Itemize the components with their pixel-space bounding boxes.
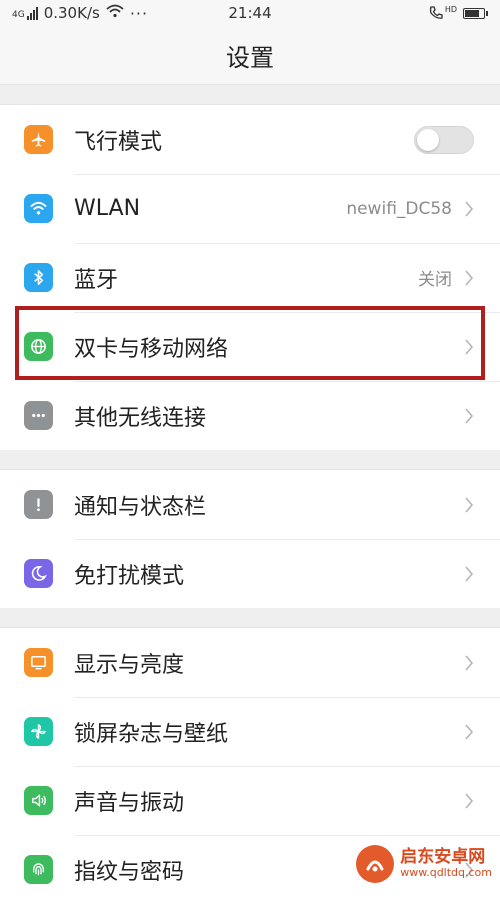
row-wlan[interactable]: WLAN newifi_DC58	[0, 174, 500, 243]
row-airplane-mode[interactable]: 飞行模式	[0, 105, 500, 174]
status-time: 21:44	[228, 4, 272, 22]
row-label: 免打扰模式	[74, 563, 185, 589]
bluetooth-icon	[24, 263, 53, 292]
bluetooth-status: 关闭	[418, 270, 452, 290]
watermark: 启东安卓网 www.qdltdq.com	[356, 845, 492, 883]
row-lockscreen-wallpaper[interactable]: 锁屏杂志与壁纸	[0, 697, 500, 766]
wifi-status-icon	[106, 4, 124, 22]
watermark-text: 启东安卓网 www.qdltdq.com	[400, 846, 492, 880]
row-label: 声音与振动	[74, 790, 185, 816]
row-label: 飞行模式	[74, 129, 163, 155]
row-dual-sim-mobile-network[interactable]: 双卡与移动网络	[0, 312, 500, 381]
chevron-right-icon	[465, 338, 474, 355]
row-display-brightness[interactable]: 显示与亮度	[0, 628, 500, 697]
status-right: HD	[428, 5, 488, 21]
more-notifications: ···	[129, 3, 149, 23]
pinwheel-icon	[24, 717, 53, 746]
status-left: 4G 0.30K/s ···	[12, 4, 148, 23]
chevron-right-icon	[465, 269, 474, 286]
watermark-title: 启东安卓网	[400, 846, 486, 867]
chevron-right-icon	[465, 792, 474, 809]
row-label: 其他无线连接	[74, 405, 207, 431]
fingerprint-icon	[24, 855, 53, 884]
settings-group-notifications: 通知与状态栏 免打扰模式	[0, 470, 500, 608]
row-label: 通知与状态栏	[74, 494, 207, 520]
exclamation-icon	[24, 490, 53, 519]
battery-icon	[463, 7, 488, 19]
row-other-wireless[interactable]: 其他无线连接	[0, 381, 500, 450]
monitor-icon	[24, 648, 53, 677]
speaker-icon	[24, 786, 53, 815]
more-dots-icon	[24, 401, 53, 430]
group-separator	[0, 85, 500, 105]
network-speed: 0.30K/s	[43, 4, 100, 22]
chevron-right-icon	[465, 565, 474, 582]
nav-bar: 设置	[0, 26, 500, 85]
chevron-right-icon	[465, 496, 474, 513]
settings-group-wireless: 飞行模式 WLAN newifi_DC58 蓝牙 关闭 双卡与移动网络 其他无线…	[0, 105, 500, 450]
watermark-logo-icon	[356, 845, 395, 883]
row-label: WLAN	[74, 196, 141, 221]
chevron-right-icon	[465, 654, 474, 671]
row-label: 双卡与移动网络	[74, 336, 229, 362]
wlan-network-name: newifi_DC58	[346, 198, 452, 219]
chevron-right-icon	[465, 200, 474, 217]
phone-call-icon: HD	[428, 5, 457, 21]
row-label: 锁屏杂志与壁纸	[74, 721, 229, 747]
signal-label: 4G	[12, 10, 25, 20]
row-bluetooth[interactable]: 蓝牙 关闭	[0, 243, 500, 312]
airplane-mode-toggle[interactable]	[414, 125, 474, 154]
chevron-right-icon	[465, 407, 474, 424]
group-separator	[0, 450, 500, 470]
row-sound-vibration[interactable]: 声音与振动	[0, 766, 500, 835]
page-title: 设置	[226, 43, 274, 72]
row-notifications-status-bar[interactable]: 通知与状态栏	[0, 470, 500, 539]
toggle-knob	[417, 128, 439, 151]
status-bar: 4G 0.30K/s ··· 21:44 HD	[0, 0, 500, 26]
airplane-icon	[24, 125, 53, 154]
row-label: 蓝牙	[74, 267, 119, 293]
group-separator	[0, 608, 500, 628]
row-label: 显示与亮度	[74, 652, 185, 678]
globe-icon	[24, 332, 53, 361]
moon-icon	[24, 559, 53, 588]
row-do-not-disturb[interactable]: 免打扰模式	[0, 539, 500, 608]
signal-icon: 4G	[12, 6, 38, 20]
watermark-url: www.qdltdq.com	[400, 866, 492, 880]
wifi-icon	[24, 194, 53, 223]
hd-label: HD	[444, 4, 457, 14]
chevron-right-icon	[465, 723, 474, 740]
